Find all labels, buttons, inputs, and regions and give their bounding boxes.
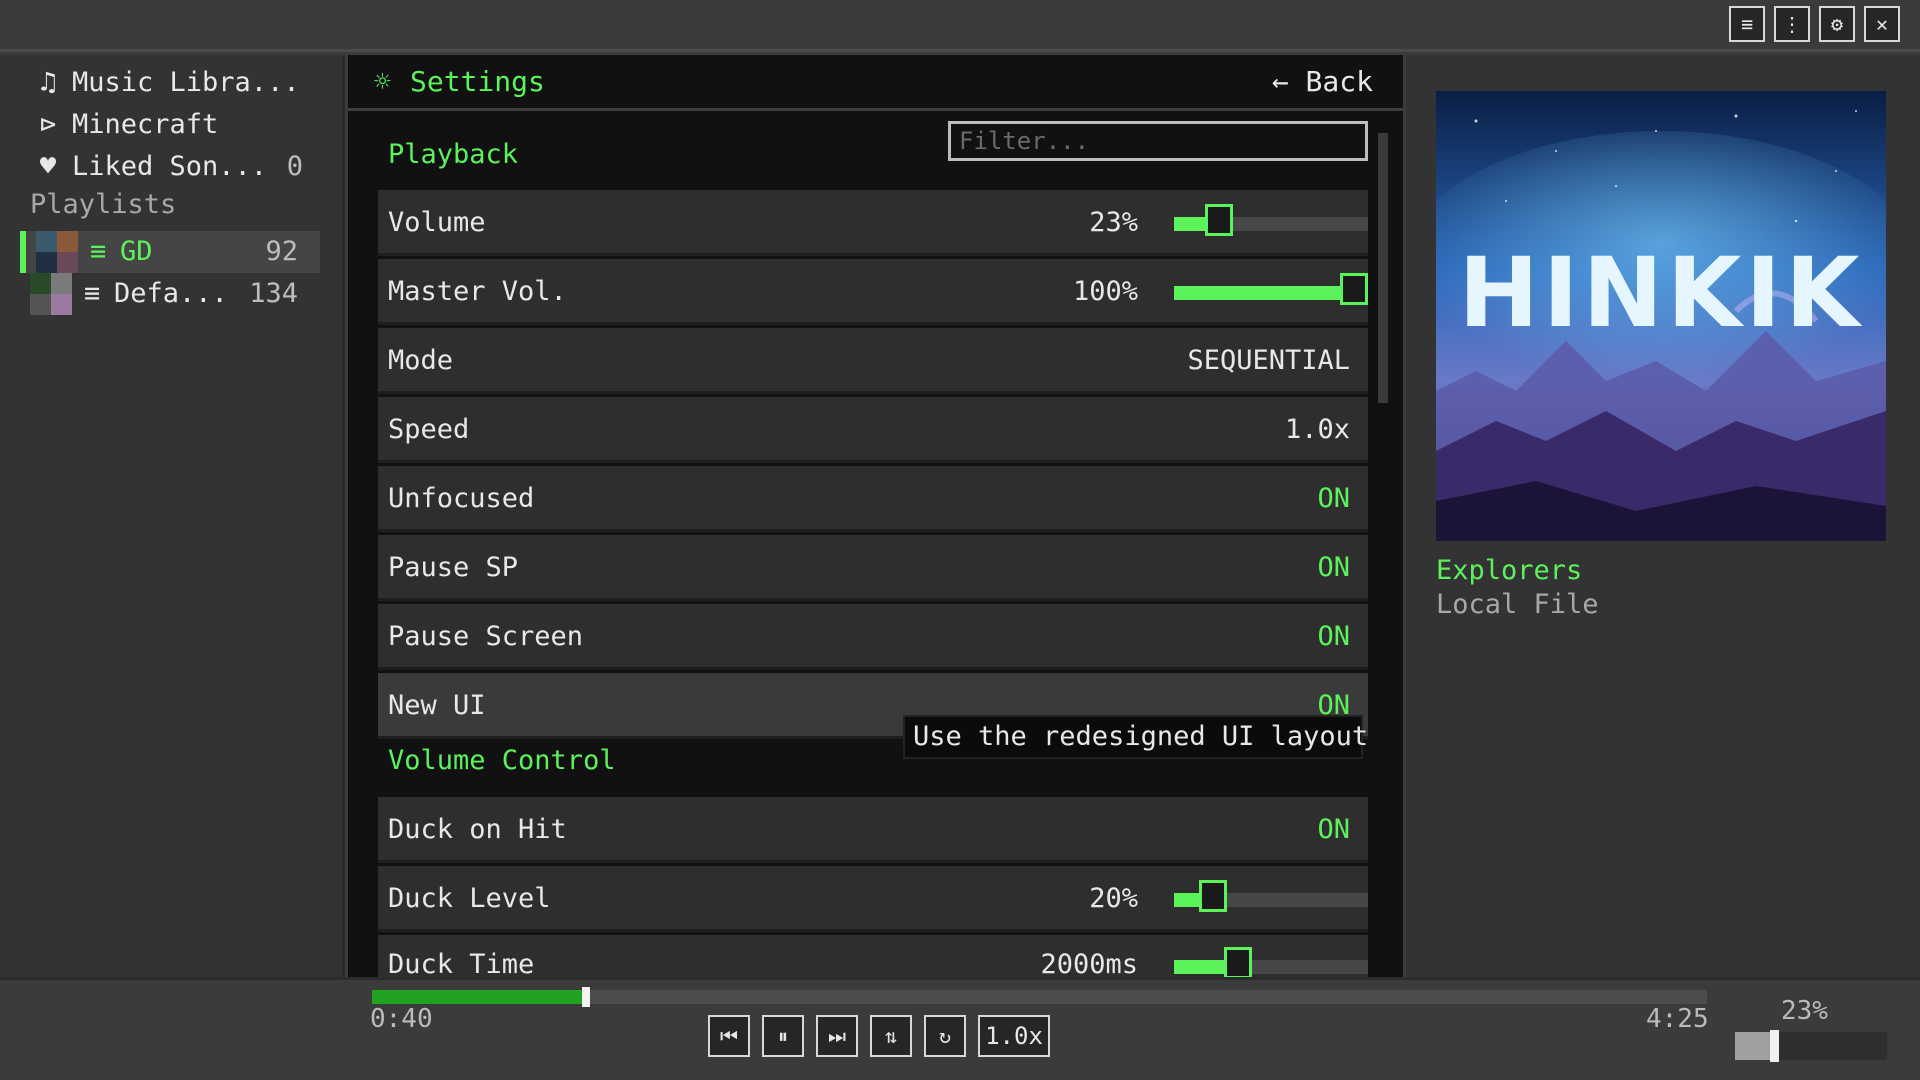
sidebar-item-label: Music Libra... — [72, 67, 300, 98]
close-icon[interactable]: ✕ — [1864, 6, 1900, 42]
setting-value: 20% — [1089, 883, 1138, 914]
playlist-label: Defa... — [114, 278, 228, 309]
setting-row-mode[interactable]: Mode SEQUENTIAL — [378, 328, 1368, 394]
setting-row-unfocused[interactable]: Unfocused ON — [378, 466, 1368, 532]
pause-icon[interactable]: ⏸ — [762, 1015, 804, 1057]
speed-button[interactable]: 1.0x — [978, 1015, 1050, 1057]
setting-row-volume[interactable]: Volume 23% — [378, 190, 1368, 256]
playlist-icon: ≡ — [90, 236, 107, 267]
album-art: HINKIK — [1436, 91, 1886, 541]
filter-input[interactable] — [948, 121, 1368, 161]
setting-label: Pause SP — [388, 552, 519, 583]
volume-fill — [1735, 1032, 1770, 1060]
volume-label: 23% — [1781, 996, 1828, 1026]
slider-handle[interactable] — [1204, 204, 1233, 236]
playlist-count: 92 — [265, 236, 298, 267]
slider-handle[interactable] — [1224, 947, 1253, 979]
duration-time: 4:25 — [1646, 1004, 1709, 1034]
duck-time-slider[interactable] — [1174, 947, 1368, 979]
playlist-item-default[interactable]: ≡ Defa... 134 — [20, 273, 320, 315]
setting-value: 23% — [1089, 207, 1138, 238]
heart-icon: ♥ — [39, 151, 57, 182]
previous-icon[interactable]: ⏮ — [708, 1015, 750, 1057]
setting-label: Pause Screen — [388, 621, 584, 652]
master-volume-slider[interactable] — [1174, 273, 1368, 305]
sidebar: ♫ Music Libra... ⊳ Minecraft ♥ Liked Son… — [0, 55, 345, 977]
music-note-icon: ♫ — [39, 67, 57, 98]
sidebar-item-minecraft[interactable]: ⊳ Minecraft — [0, 106, 345, 144]
playlist-thumbnail — [36, 231, 78, 273]
toggle-value[interactable]: ON — [1317, 797, 1350, 863]
duck-level-slider[interactable] — [1174, 880, 1368, 912]
slider-handle[interactable] — [1198, 880, 1227, 912]
player-volume-slider[interactable] — [1733, 1030, 1889, 1062]
shuffle-icon[interactable]: ⇅ — [870, 1015, 912, 1057]
elapsed-time: 0:40 — [370, 1004, 433, 1034]
setting-label: Duck Level — [388, 883, 551, 914]
play-outline-icon: ⊳ — [39, 109, 57, 140]
repeat-icon[interactable]: ↻ — [924, 1015, 966, 1057]
setting-row-pause-screen[interactable]: Pause Screen ON — [378, 604, 1368, 670]
settings-scrollbar[interactable] — [1378, 133, 1388, 403]
setting-label: Speed — [388, 414, 470, 445]
setting-row-speed[interactable]: Speed 1.0x — [378, 397, 1368, 463]
playlist-item-gd[interactable]: ≡ GD 92 — [20, 231, 320, 273]
playlist-thumbnail — [30, 273, 72, 315]
playlists-heading: Playlists — [30, 189, 177, 220]
sidebar-item-liked-songs[interactable]: ♥ Liked Son... 0 — [0, 148, 345, 186]
setting-row-duck-time[interactable]: Duck Time 2000ms — [378, 935, 1368, 980]
album-art-logo: HINKIK — [1459, 237, 1864, 349]
playlist-label: GD — [120, 236, 153, 267]
settings-title: Settings — [410, 65, 545, 98]
tooltip: Use the redesigned UI layout — [903, 715, 1368, 759]
track-title[interactable]: Explorers — [1436, 555, 1582, 586]
setting-label: Volume — [388, 207, 486, 238]
now-playing-panel: HINKIK Explorers Local File — [1406, 55, 1920, 977]
top-bar: ≡ ⋮ ⚙ ✕ — [0, 0, 1920, 52]
volume-handle[interactable] — [1769, 1030, 1779, 1062]
setting-value: 100% — [1072, 276, 1138, 307]
toggle-value[interactable]: ON — [1317, 466, 1350, 532]
section-title-volume-control: Volume Control — [388, 745, 616, 776]
playlist-count: 134 — [249, 278, 298, 309]
progress-bar[interactable] — [372, 987, 1707, 1007]
setting-label: Master Vol. — [388, 276, 567, 307]
toggle-value[interactable]: ON — [1317, 604, 1350, 670]
playlist-icon: ≡ — [84, 278, 101, 309]
back-button[interactable]: ← Back — [1272, 55, 1373, 109]
gear-icon[interactable]: ⚙ — [1819, 6, 1855, 42]
setting-label: Duck on Hit — [388, 814, 567, 845]
setting-value: 1.0x — [1284, 414, 1350, 445]
setting-row-duck-on-hit[interactable]: Duck on Hit ON — [378, 797, 1368, 863]
setting-value: SEQUENTIAL — [1187, 345, 1350, 376]
gear-icon: ☼ — [374, 65, 391, 98]
setting-row-pause-sp[interactable]: Pause SP ON — [378, 535, 1368, 601]
settings-header: ☼ Settings ← Back — [348, 55, 1403, 111]
sidebar-item-label: Minecraft — [72, 109, 219, 140]
section-title-playback: Playback — [388, 139, 519, 170]
slider-handle[interactable] — [1340, 273, 1368, 305]
track-source: Local File — [1436, 589, 1599, 620]
player-bar: 0:40 4:25 ⏮ ⏸ ⏭ ⇅ ↻ 1.0x 23% — [0, 977, 1920, 1080]
more-icon[interactable]: ⋮ — [1774, 6, 1810, 42]
next-icon[interactable]: ⏭ — [816, 1015, 858, 1057]
progress-fill — [372, 990, 582, 1004]
setting-row-master-volume[interactable]: Master Vol. 100% — [378, 259, 1368, 325]
sidebar-item-music-library[interactable]: ♫ Music Libra... — [0, 64, 345, 102]
setting-label: New UI — [388, 690, 486, 721]
toggle-value[interactable]: ON — [1317, 535, 1350, 601]
setting-label: Mode — [388, 345, 454, 376]
slider-fill — [1174, 286, 1368, 300]
progress-handle[interactable] — [581, 987, 590, 1007]
volume-slider[interactable] — [1174, 204, 1368, 236]
sidebar-item-label: Liked Son... — [72, 151, 268, 182]
settings-panel: ☼ Settings ← Back Playback Volume 23% Ma… — [348, 55, 1403, 980]
menu-icon[interactable]: ≡ — [1729, 6, 1765, 42]
setting-label: Unfocused — [388, 483, 535, 514]
setting-row-duck-level[interactable]: Duck Level 20% — [378, 866, 1368, 932]
liked-songs-count: 0 — [286, 151, 303, 182]
